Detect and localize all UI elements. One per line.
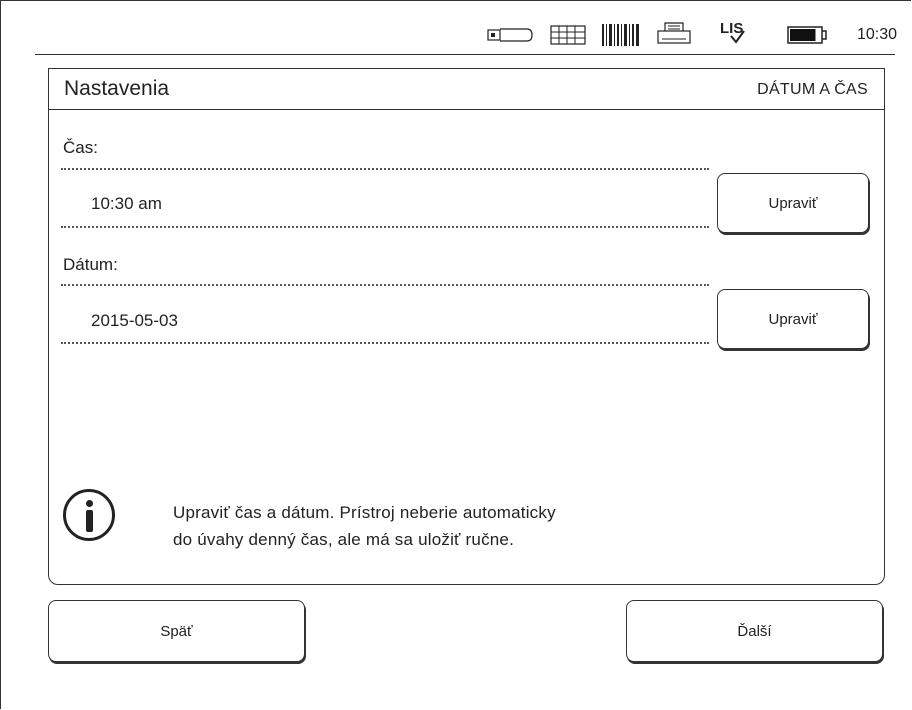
battery-icon bbox=[787, 26, 829, 49]
divider bbox=[61, 342, 709, 344]
lis-label: LIS bbox=[720, 20, 743, 37]
edit-date-button[interactable]: Upraviť bbox=[717, 289, 869, 349]
time-label: Čas: bbox=[63, 138, 98, 157]
back-button[interactable]: Späť bbox=[48, 600, 305, 662]
printer-icon bbox=[657, 22, 691, 51]
page-title: Nastavenia bbox=[64, 77, 170, 100]
info-line: Upraviť čas a dátum. Prístroj neberie au… bbox=[173, 503, 556, 522]
date-label: Dátum: bbox=[63, 255, 118, 274]
keyboard-icon bbox=[550, 25, 586, 50]
edit-time-button[interactable]: Upraviť bbox=[717, 173, 869, 233]
section-title: DÁTUM A ČAS bbox=[757, 81, 868, 98]
info-line: do úvahy denný čas, ale má sa uložiť ruč… bbox=[173, 530, 514, 549]
divider bbox=[61, 226, 709, 228]
panel-header: Nastavenia DÁTUM A ČAS bbox=[49, 69, 884, 110]
date-value: 2015-05-03 bbox=[91, 311, 178, 330]
usb-stick-icon bbox=[487, 27, 533, 48]
info-message: Upraviť čas a dátum. Prístroj neberie au… bbox=[173, 499, 773, 553]
settings-panel: Nastavenia DÁTUM A ČAS Čas: 10:30 am Upr… bbox=[48, 68, 885, 585]
divider bbox=[61, 284, 709, 286]
clock: 10:30 bbox=[856, 26, 897, 43]
divider bbox=[61, 168, 709, 170]
next-button[interactable]: Ďalší bbox=[626, 600, 883, 662]
barcode-icon bbox=[601, 24, 641, 51]
lis-icon: LIS bbox=[719, 18, 759, 51]
info-icon bbox=[63, 489, 115, 541]
status-bar: LIS 10:30 bbox=[35, 12, 897, 55]
time-value: 10:30 am bbox=[91, 194, 162, 213]
